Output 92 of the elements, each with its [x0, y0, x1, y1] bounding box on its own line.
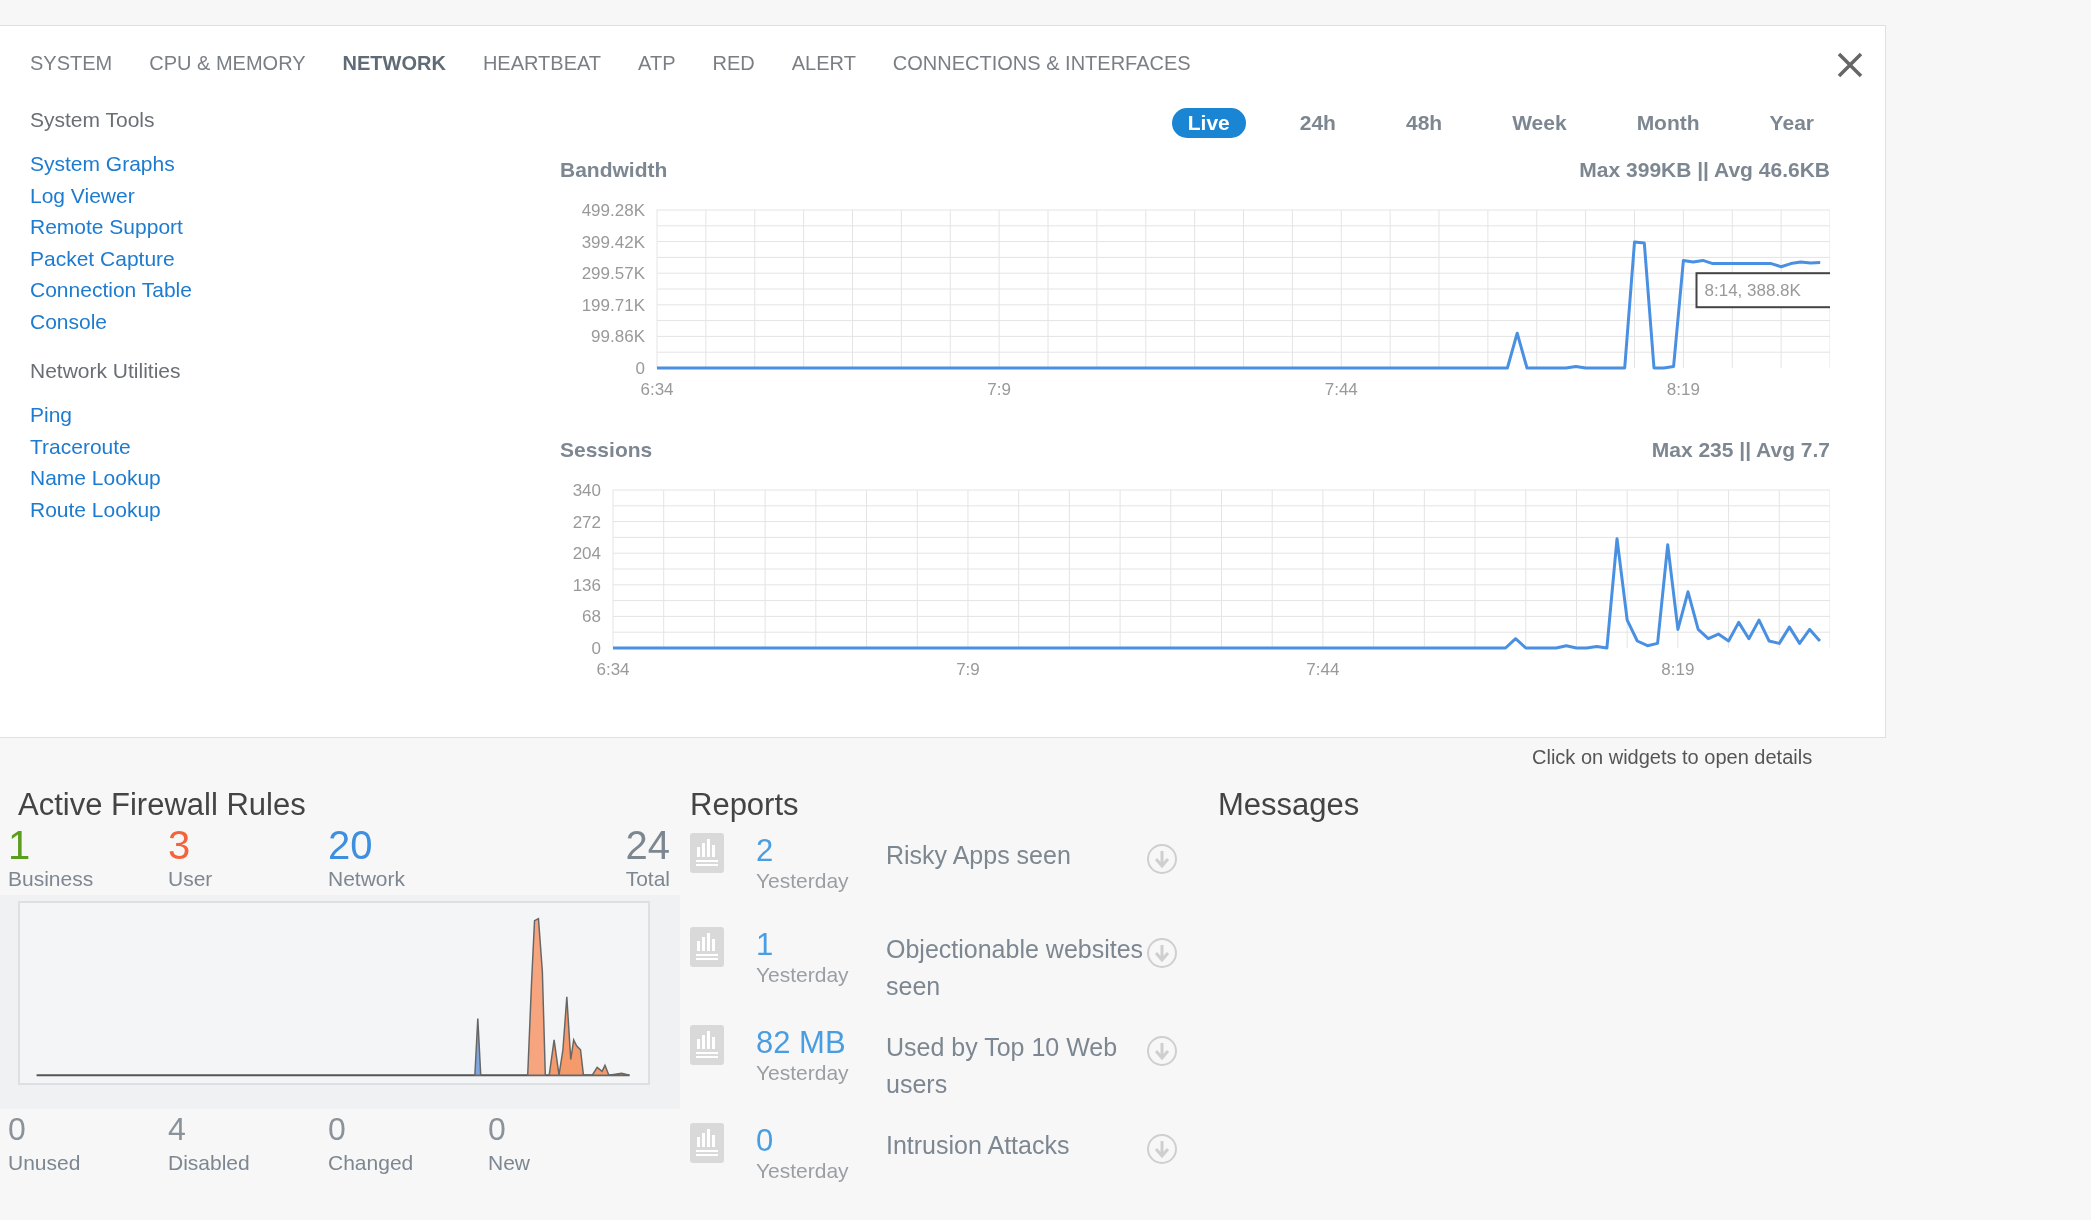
report-value: 2 — [756, 833, 775, 869]
stat-label: Disabled — [168, 1151, 250, 1175]
axis-label: 399.42K — [581, 232, 645, 252]
axis-label: 7:9 — [956, 660, 980, 679]
sidebar-link[interactable]: Name Lookup — [30, 462, 560, 494]
sidebar-heading: System Tools — [30, 108, 156, 132]
report-chart-icon — [690, 833, 724, 873]
time-range-button[interactable]: Live — [1171, 108, 1246, 138]
stat-label: Total — [625, 867, 670, 891]
axis-label: 8:19 — [1661, 660, 1695, 679]
axis-label: 7:9 — [987, 380, 1011, 399]
axis-label: 272 — [572, 512, 601, 532]
report-description: Risky Apps seen — [886, 840, 1072, 871]
download-icon[interactable] — [1146, 937, 1178, 969]
time-range-button[interactable]: 48h — [1389, 108, 1459, 138]
stat-label: New — [488, 1151, 530, 1175]
stat-value: 24 — [625, 823, 670, 867]
axis-label: 7:44 — [1306, 660, 1340, 679]
tab[interactable]: ALERT — [791, 52, 856, 94]
stat-value: 4 — [168, 1110, 186, 1149]
axis-label: 499.28K — [581, 201, 645, 220]
axis-label: 0 — [635, 359, 645, 378]
widget-title: Messages — [1218, 787, 1361, 823]
tab[interactable]: RED — [712, 52, 755, 94]
axis-label: 204 — [572, 544, 601, 564]
tab[interactable]: HEARTBEAT — [482, 52, 602, 94]
sidebar-link[interactable]: Traceroute — [30, 430, 560, 462]
axis-label: 99.86K — [591, 327, 645, 347]
tab[interactable]: SYSTEM — [30, 52, 113, 94]
report-description: Objectionable websites seen — [886, 934, 1145, 1002]
stat-label: Changed — [328, 1151, 414, 1175]
stat-label: Unused — [8, 1151, 81, 1175]
report-period: Yesterday — [756, 1061, 850, 1085]
sidebar-link[interactable]: Connection Table — [30, 274, 560, 306]
chart-tooltip: 8:14, 388.8K — [1695, 272, 1830, 309]
sidebar-heading: Network Utilities — [30, 359, 182, 383]
report-chart-icon — [690, 1123, 724, 1163]
tab[interactable]: CONNECTIONS & INTERFACES — [892, 52, 1191, 94]
report-value: 1 — [756, 927, 775, 963]
chart-title: Bandwidth — [560, 158, 668, 182]
download-icon[interactable] — [1146, 843, 1178, 875]
stat-value: 3 — [168, 823, 191, 867]
axis-label: 340 — [572, 481, 601, 500]
chart-summary: Max 399KB || Avg 46.6KB — [1579, 158, 1830, 182]
chart-title: Sessions — [560, 438, 653, 462]
stat-value: 1 — [8, 823, 31, 867]
report-chart-icon — [690, 1025, 724, 1065]
report-period: Yesterday — [756, 963, 850, 987]
sidebar-link[interactable]: Log Viewer — [30, 179, 560, 211]
axis-label: 6:34 — [596, 660, 630, 679]
widget-title: Reports — [690, 787, 800, 823]
axis-label: 6:34 — [640, 380, 674, 399]
report-period: Yesterday — [756, 869, 850, 893]
axis-label: 0 — [591, 639, 601, 658]
time-range-button[interactable]: Week — [1496, 108, 1583, 138]
report-value: 0 — [756, 1123, 775, 1159]
stat-label: Network — [328, 867, 406, 891]
hint-text: Click on widgets to open details — [1532, 746, 1813, 769]
report-description: Used by Top 10 Web users — [886, 1032, 1119, 1100]
axis-label: 7:44 — [1324, 380, 1358, 399]
time-range-button[interactable]: 24h — [1283, 108, 1352, 138]
sidebar-link[interactable]: Ping — [30, 399, 560, 431]
sidebar-link[interactable]: System Graphs — [30, 148, 560, 180]
report-period: Yesterday — [756, 1159, 850, 1183]
time-range-button[interactable]: Year — [1753, 108, 1830, 138]
sidebar-link[interactable]: Route Lookup — [30, 493, 560, 525]
time-range-button[interactable]: Month — [1620, 108, 1716, 138]
tab[interactable]: CPU & MEMORY — [149, 52, 306, 94]
tab[interactable]: ATP — [638, 52, 676, 94]
axis-label: 136 — [572, 575, 601, 595]
report-description: Intrusion Attacks — [886, 1130, 1071, 1161]
stat-value: 0 — [8, 1110, 26, 1149]
axis-label: 8:19 — [1666, 380, 1700, 399]
stat-value: 0 — [488, 1110, 506, 1149]
chart-summary: Max 235 || Avg 7.7 — [1651, 438, 1830, 462]
stat-value: 20 — [328, 823, 373, 867]
sidebar-link[interactable]: Packet Capture — [30, 242, 560, 274]
download-icon[interactable] — [1146, 1133, 1178, 1165]
axis-label: 299.57K — [581, 264, 645, 284]
axis-label: 199.71K — [581, 295, 645, 315]
sidebar-link[interactable]: Console — [30, 305, 560, 337]
download-icon[interactable] — [1146, 1035, 1178, 1067]
activity-peak — [474, 1017, 482, 1076]
report-chart-icon — [690, 927, 724, 967]
stat-label: User — [168, 867, 213, 891]
tab[interactable]: NETWORK — [342, 52, 446, 94]
stat-label: Business — [8, 867, 94, 891]
widget-title: Active Firewall Rules — [18, 787, 307, 823]
sidebar-link[interactable]: Remote Support — [30, 211, 560, 243]
report-value: 82 MB — [756, 1025, 847, 1061]
axis-label: 68 — [582, 607, 601, 627]
stat-value: 0 — [328, 1110, 346, 1149]
